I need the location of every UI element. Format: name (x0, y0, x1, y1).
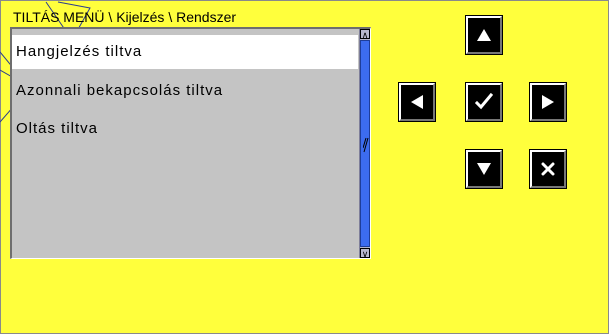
right-button[interactable] (529, 82, 567, 122)
cancel-button[interactable] (529, 149, 567, 189)
scroll-thumb[interactable] (360, 40, 370, 247)
menu-item-azonnali-bekapcsolas[interactable]: Azonnali bekapcsolás tiltva (12, 74, 358, 108)
arrow-right-icon (542, 95, 554, 109)
menu-list: Hangjelzés tiltva Azonnali bekapcsolás t… (12, 29, 358, 258)
left-button[interactable] (398, 82, 436, 122)
up-button[interactable] (465, 15, 503, 55)
ok-button[interactable] (465, 82, 503, 122)
grip-icon (363, 137, 369, 153)
checkmark-icon (475, 93, 493, 110)
page-title: TILTÁS MENÜ \ Kijelzés \ Rendszer (13, 9, 237, 25)
list-scrollbar[interactable]: ∧ ∨ (359, 29, 370, 259)
menu-list-panel: Hangjelzés tiltva Azonnali bekapcsolás t… (10, 27, 371, 259)
arrow-down-icon (477, 163, 491, 175)
scroll-up-button[interactable]: ∧ (360, 29, 370, 40)
down-button[interactable] (465, 149, 503, 189)
arrow-up-icon (477, 29, 491, 41)
cancel-x-icon (541, 162, 555, 176)
scroll-down-button[interactable]: ∨ (360, 248, 370, 259)
menu-item-oltas[interactable]: Oltás tiltva (12, 112, 358, 146)
arrow-left-icon (411, 95, 423, 109)
menu-item-hangjelzes[interactable]: Hangjelzés tiltva (12, 35, 358, 69)
